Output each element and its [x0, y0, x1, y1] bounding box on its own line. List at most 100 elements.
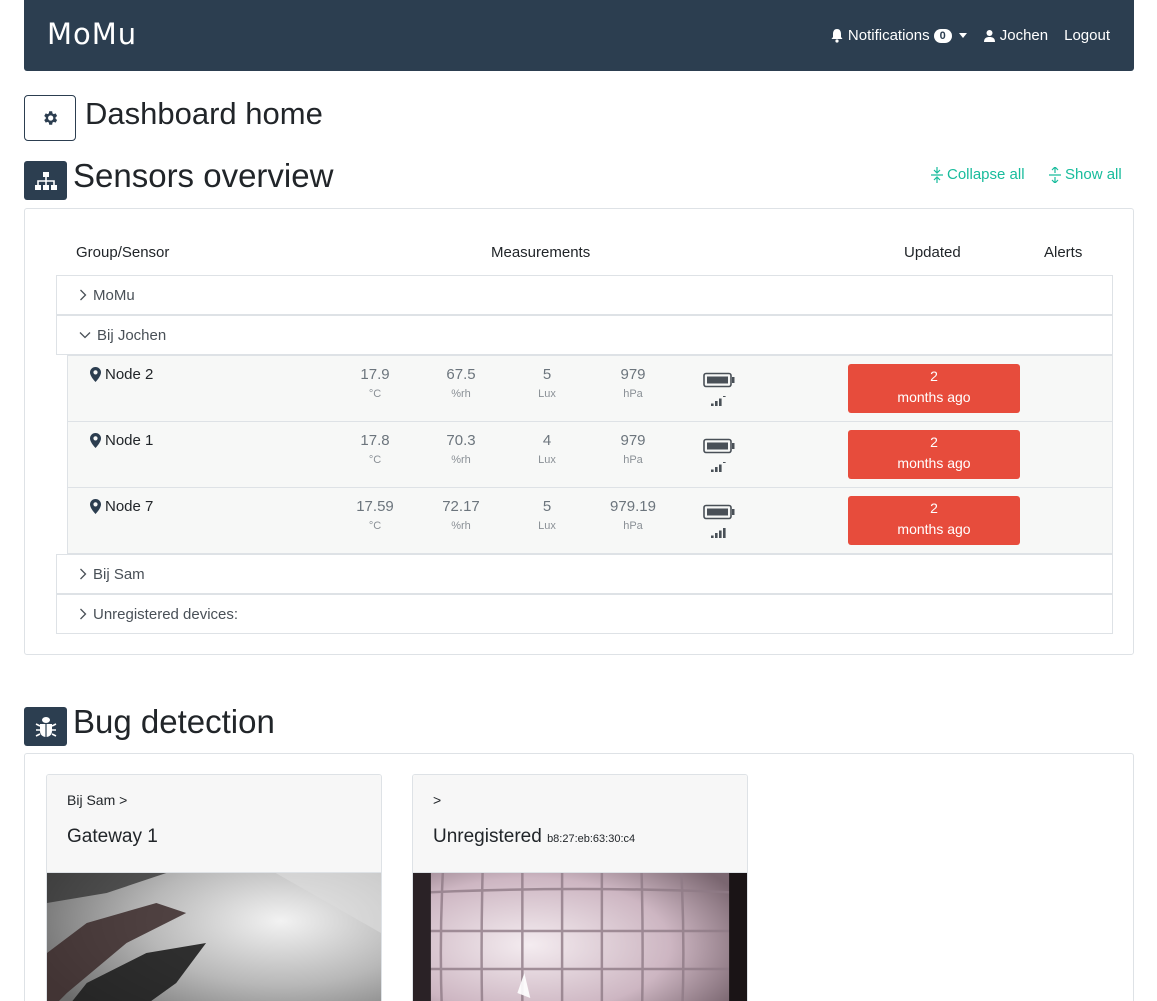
- chevron-down-icon: [958, 33, 967, 38]
- momu-logo[interactable]: MoMu: [47, 17, 137, 51]
- node-link[interactable]: Node 1: [90, 432, 153, 449]
- map-marker-icon: [90, 433, 101, 448]
- pressure-cell: 979 hPa: [598, 366, 668, 400]
- pressure-unit: hPa: [623, 520, 643, 532]
- humidity-unit: %rh: [451, 520, 471, 532]
- humidity-cell: 72.17 %rh: [426, 498, 496, 532]
- lux-cell: 5 Lux: [512, 366, 582, 400]
- humidity-value: 72.17: [442, 498, 480, 515]
- card-title: Gateway 1: [67, 826, 158, 848]
- signal-bar: [711, 403, 714, 406]
- navbar-right: Notifications 0 Jochen Logout: [814, 0, 1110, 71]
- pressure-unit: hPa: [623, 454, 643, 466]
- signal-bar: [711, 469, 714, 472]
- battery-full-icon: [703, 372, 735, 388]
- map-marker-icon: [90, 499, 101, 514]
- gear-icon: [44, 111, 58, 125]
- signal-icon: [711, 528, 726, 538]
- collapse-all-link[interactable]: Collapse all: [931, 166, 1025, 183]
- lux-unit: Lux: [538, 388, 556, 400]
- updated-unit: months ago: [897, 455, 971, 471]
- temperature-cell: 17.8 °C: [340, 432, 410, 466]
- node-name: Node 1: [105, 432, 154, 449]
- signal-bar: [715, 533, 718, 538]
- signal-icon: [711, 462, 726, 472]
- notifications-badge: 0: [933, 28, 952, 43]
- user-link[interactable]: Jochen: [983, 27, 1048, 44]
- pressure-unit: hPa: [623, 388, 643, 400]
- updated-count: 2: [930, 368, 938, 384]
- temperature-value: 17.9: [360, 366, 390, 383]
- pressure-value: 979.19: [610, 498, 656, 515]
- collapse-icon: [931, 166, 943, 183]
- pressure-cell: 979 hPa: [598, 432, 668, 466]
- settings-button[interactable]: [24, 95, 76, 141]
- humidity-unit: %rh: [451, 388, 471, 400]
- signal-bar: [715, 401, 718, 406]
- battery-full-icon: [703, 504, 735, 520]
- group-bij-sam[interactable]: Bij Sam: [56, 554, 1113, 594]
- chevron-right-icon: [79, 568, 87, 580]
- user-name: Jochen: [999, 27, 1049, 44]
- page-title: Dashboard home: [85, 96, 323, 131]
- group-label: Bij Sam: [93, 565, 145, 583]
- temperature-cell: 17.9 °C: [340, 366, 410, 400]
- group-momu[interactable]: MoMu: [56, 275, 1113, 315]
- group-label: Unregistered devices:: [93, 605, 239, 623]
- humidity-value: 70.3: [446, 432, 476, 449]
- group-label: MoMu: [93, 286, 135, 304]
- signal-bar: [719, 464, 722, 472]
- sensors-panel: Group/Sensor Measurements Updated Alerts…: [24, 208, 1134, 655]
- pressure-value: 979: [620, 366, 646, 383]
- signal-bar: [719, 398, 722, 406]
- node-name: Node 2: [105, 366, 154, 383]
- lux-value: 5: [542, 498, 552, 515]
- temperature-cell: 17.59 °C: [340, 498, 410, 532]
- humidity-cell: 67.5 %rh: [426, 366, 496, 400]
- camera-card[interactable]: > Unregistered b8:27:eb:63:30:c4: [412, 774, 748, 1001]
- pressure-cell: 979.19 hPa: [598, 498, 668, 532]
- chevron-right-icon: [79, 289, 87, 301]
- camera-card[interactable]: Bij Sam > Gateway 1: [46, 774, 382, 1001]
- temperature-value: 17.8: [360, 432, 390, 449]
- navbar: MoMu Notifications 0 Jochen Logout: [24, 0, 1134, 71]
- lux-cell: 4 Lux: [512, 432, 582, 466]
- signal-bar: [723, 396, 726, 397]
- card-title-text: Gateway 1: [67, 826, 158, 847]
- signal-bar: [719, 530, 722, 538]
- signal-bar: [723, 528, 726, 538]
- signal-bar: [711, 535, 714, 538]
- user-icon: [983, 30, 995, 42]
- table-row: Node 7 17.59 °C 72.17 %rh 5 Lux 979.19 hPa 2…: [68, 488, 1112, 554]
- logout-link[interactable]: Logout: [1064, 27, 1110, 44]
- updated-unit: months ago: [897, 521, 971, 537]
- notifications-label: Notifications: [847, 27, 930, 44]
- bell-icon: [831, 29, 843, 43]
- show-all-link[interactable]: Show all: [1049, 166, 1122, 183]
- card-title: Unregistered b8:27:eb:63:30:c4: [433, 826, 635, 848]
- logout-label: Logout: [1064, 27, 1110, 44]
- header-updated: Updated: [904, 244, 961, 261]
- temperature-unit: °C: [368, 388, 382, 400]
- sensors-title: Sensors overview: [73, 157, 334, 194]
- updated-badge: 2 months ago: [848, 430, 1020, 479]
- humidity-cell: 70.3 %rh: [426, 432, 496, 466]
- notifications-dropdown[interactable]: Notifications 0: [830, 27, 967, 44]
- node-link[interactable]: Node 2: [90, 366, 153, 383]
- updated-badge: 2 months ago: [848, 364, 1020, 413]
- battery-full-icon: [703, 438, 735, 454]
- updated-count: 2: [930, 500, 938, 516]
- bug-detection-title: Bug detection: [73, 703, 275, 740]
- signal-bar: [723, 462, 726, 463]
- lux-unit: Lux: [538, 520, 556, 532]
- group-unregistered[interactable]: Unregistered devices:: [56, 594, 1113, 634]
- camera-image: [413, 873, 747, 1001]
- card-breadcrumb[interactable]: >: [433, 792, 441, 808]
- signal-bar: [715, 467, 718, 472]
- collapse-all-label: Collapse all: [947, 166, 1025, 183]
- group-bij-jochen[interactable]: Bij Jochen: [56, 315, 1113, 355]
- node-link[interactable]: Node 7: [90, 498, 153, 515]
- updated-unit: months ago: [897, 389, 971, 405]
- card-header: Bij Sam > Gateway 1: [47, 775, 381, 873]
- card-breadcrumb[interactable]: Bij Sam >: [67, 792, 127, 808]
